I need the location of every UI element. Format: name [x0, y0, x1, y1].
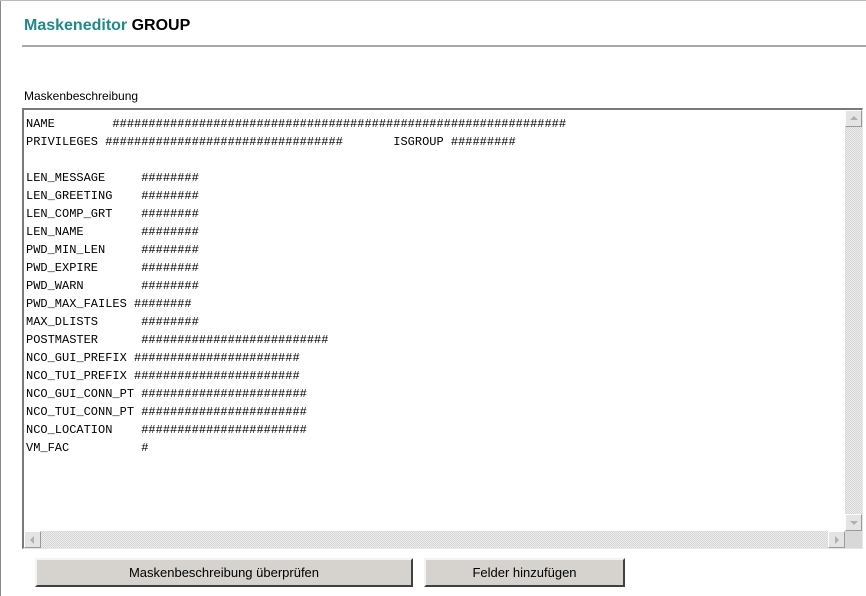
mask-description-content[interactable]: NAME ###################################…: [26, 115, 841, 525]
textarea-line: LEN_MESSAGE ########: [26, 171, 199, 185]
textarea-line: NCO_TUI_PREFIX #######################: [26, 369, 300, 383]
scroll-left-button[interactable]: [24, 531, 41, 548]
title-divider: [22, 45, 866, 47]
textarea-line: LEN_COMP_GRT ########: [26, 207, 199, 221]
textarea-line: MAX_DLISTS ########: [26, 315, 199, 329]
textarea-line: NCO_GUI_CONN_PT #######################: [26, 387, 307, 401]
textarea-line: PWD_MIN_LEN ########: [26, 243, 199, 257]
arrow-right-icon: [835, 536, 839, 544]
scrollbar-corner: [845, 531, 862, 548]
mask-description-label: Maskenbeschreibung: [24, 89, 139, 103]
arrow-left-icon: [30, 536, 34, 544]
textarea-line: PWD_MAX_FAILES ########: [26, 297, 192, 311]
page-title-prefix: Maskeneditor: [24, 17, 128, 34]
add-fields-button[interactable]: Felder hinzufügen: [424, 558, 625, 587]
textarea-line: [26, 151, 841, 169]
page-title: Maskeneditor GROUP: [24, 17, 190, 35]
arrow-down-icon: [850, 521, 858, 525]
check-mask-description-button[interactable]: Maskenbeschreibung überprüfen: [35, 558, 413, 587]
textarea-line: PWD_WARN ########: [26, 279, 199, 293]
textarea-line: PWD_EXPIRE ########: [26, 261, 199, 275]
horizontal-scrollbar[interactable]: [24, 531, 845, 548]
textarea-line: POSTMASTER ##########################: [26, 333, 329, 347]
vertical-scrollbar[interactable]: [845, 110, 862, 531]
textarea-line: LEN_NAME ########: [26, 225, 199, 239]
textarea-line: NCO_GUI_PREFIX #######################: [26, 351, 300, 365]
textarea-line: LEN_GREETING ########: [26, 189, 199, 203]
mask-description-textarea[interactable]: NAME ###################################…: [22, 108, 863, 549]
scroll-down-button[interactable]: [845, 514, 862, 531]
scroll-right-button[interactable]: [828, 531, 845, 548]
textarea-line: VM_FAC #: [26, 441, 149, 455]
window-left-border: [0, 0, 1, 596]
arrow-up-icon: [850, 116, 858, 120]
scroll-up-button[interactable]: [845, 110, 862, 127]
window-top-border: [0, 0, 866, 1]
page-title-mask-name: GROUP: [131, 17, 191, 34]
textarea-line: NCO_LOCATION #######################: [26, 423, 307, 437]
textarea-line: NCO_TUI_CONN_PT #######################: [26, 405, 307, 419]
textarea-line: PRIVILEGES #############################…: [26, 135, 516, 149]
textarea-line: NAME ###################################…: [26, 117, 567, 131]
